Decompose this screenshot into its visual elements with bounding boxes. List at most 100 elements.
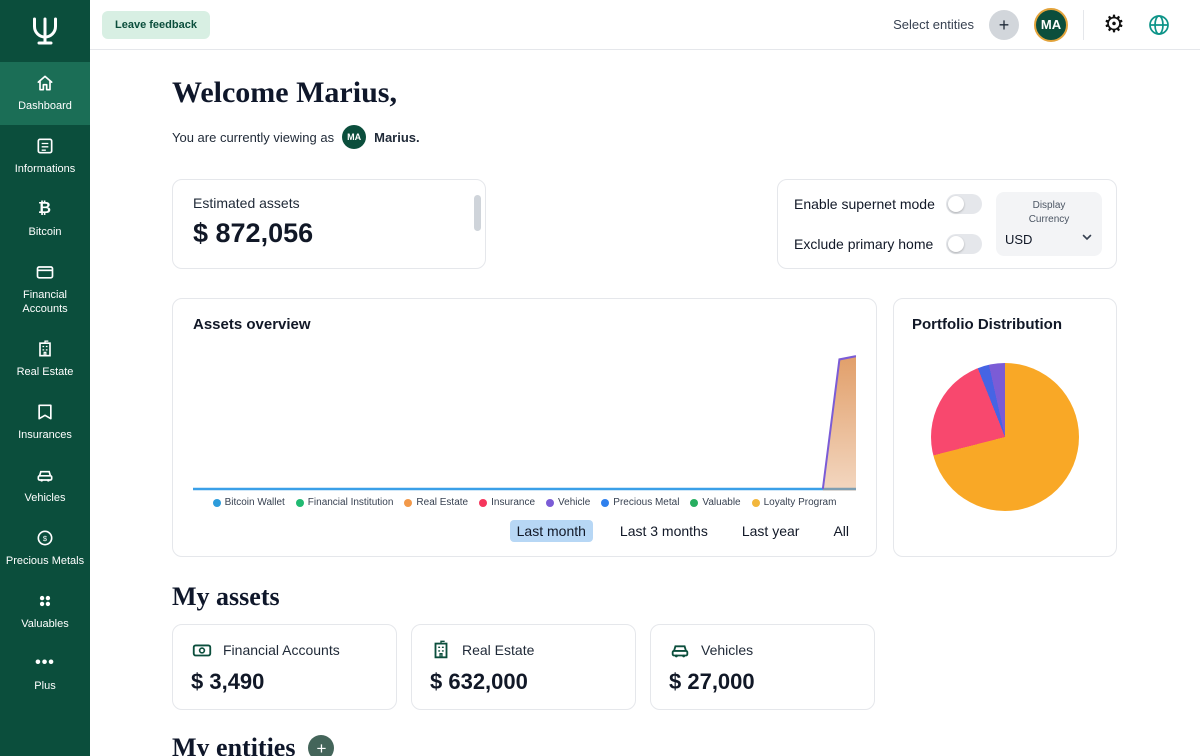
add-entity-button[interactable]: + bbox=[989, 10, 1019, 40]
coin-icon: $ bbox=[35, 528, 55, 548]
estimated-assets-value: $ 872,056 bbox=[193, 218, 465, 249]
viewing-as-text: You are currently viewing as bbox=[172, 130, 334, 145]
sidebar-item-vehicles[interactable]: Vehicles bbox=[0, 454, 90, 517]
topbar-right: Select entities + MA ⚙ bbox=[893, 8, 1174, 42]
legend-label: Bitcoin Wallet bbox=[225, 497, 285, 508]
display-currency-select[interactable]: Display Currency USD bbox=[996, 192, 1102, 256]
chart-legend: Bitcoin Wallet Financial Institution Real … bbox=[193, 497, 856, 508]
viewing-avatar: MA bbox=[342, 125, 366, 149]
sidebar-item-label: Financial Accounts bbox=[3, 288, 87, 318]
legend-dot bbox=[213, 499, 221, 507]
home-icon bbox=[35, 73, 55, 93]
range-all[interactable]: All bbox=[826, 520, 856, 542]
trident-logo-icon bbox=[27, 13, 63, 49]
range-last-3-months[interactable]: Last 3 months bbox=[613, 520, 715, 542]
asset-card-value: $ 632,000 bbox=[430, 669, 617, 695]
insurance-icon bbox=[35, 402, 55, 422]
legend-item-real-estate[interactable]: Real Estate bbox=[404, 497, 468, 508]
sidebar-item-label: Valuables bbox=[21, 617, 69, 632]
legend-item-bitcoin-wallet[interactable]: Bitcoin Wallet bbox=[213, 497, 285, 508]
my-assets-heading: My assets bbox=[172, 584, 1117, 610]
ellipsis-icon: ••• bbox=[35, 653, 55, 673]
legend-item-valuable[interactable]: Valuable bbox=[690, 497, 740, 508]
chevron-down-icon bbox=[1081, 230, 1093, 248]
legend-label: Vehicle bbox=[558, 497, 590, 508]
sidebar-item-label: Precious Metals bbox=[6, 554, 84, 569]
legend-item-loyalty-program[interactable]: Loyalty Program bbox=[752, 497, 837, 508]
legend-label: Financial Institution bbox=[308, 497, 394, 508]
portfolio-distribution-card: Portfolio Distribution bbox=[893, 298, 1117, 557]
summary-row: Estimated assets $ 872,056 Enable supern… bbox=[172, 179, 1117, 269]
exclude-home-label: Exclude primary home bbox=[794, 236, 933, 252]
assets-overview-chart-area bbox=[193, 337, 856, 497]
building-icon bbox=[430, 639, 452, 661]
legend-label: Precious Metal bbox=[613, 497, 679, 508]
asset-card-value: $ 3,490 bbox=[191, 669, 378, 695]
info-card-icon bbox=[35, 136, 55, 156]
user-avatar[interactable]: MA bbox=[1034, 8, 1068, 42]
exclude-primary-home-toggle[interactable] bbox=[946, 234, 982, 254]
gear-icon: ⚙ bbox=[1103, 13, 1125, 37]
my-entities-heading: My entities bbox=[172, 735, 295, 756]
bitcoin-icon: ₿ bbox=[35, 199, 55, 219]
building-icon bbox=[35, 339, 55, 359]
legend-item-precious-metal[interactable]: Precious Metal bbox=[601, 497, 679, 508]
legend-label: Loyalty Program bbox=[764, 497, 837, 508]
sidebar-item-label: Real Estate bbox=[17, 365, 74, 380]
sidebar-item-valuables[interactable]: Valuables bbox=[0, 580, 90, 643]
money-icon bbox=[191, 639, 213, 661]
sidebar-item-real-estate[interactable]: Real Estate bbox=[0, 328, 90, 391]
charts-row: Assets overview Bitcoin WalletFinancial … bbox=[172, 298, 1117, 557]
time-range-selector: Last month Last 3 months Last year All bbox=[193, 520, 856, 542]
welcome-heading: Welcome Marius, bbox=[172, 78, 1117, 108]
legend-dot bbox=[752, 499, 760, 507]
asset-card-value: $ 27,000 bbox=[669, 669, 856, 695]
select-entities-dropdown[interactable]: Select entities bbox=[893, 17, 974, 32]
legend-dot bbox=[601, 499, 609, 507]
car-icon bbox=[35, 465, 55, 485]
leave-feedback-button[interactable]: Leave feedback bbox=[102, 11, 210, 39]
sidebar-item-bitcoin[interactable]: ₿Bitcoin bbox=[0, 188, 90, 251]
portfolio-distribution-title: Portfolio Distribution bbox=[912, 316, 1098, 333]
sidebar-item-label: Vehicles bbox=[25, 491, 66, 506]
sidebar-item-label: Informations bbox=[15, 162, 76, 177]
credit-card-icon bbox=[35, 262, 55, 282]
currency-value: USD bbox=[1005, 232, 1032, 247]
legend-dot bbox=[404, 499, 412, 507]
sidebar-item-financial-accounts[interactable]: Financial Accounts bbox=[0, 251, 90, 329]
my-entities-header: My entities + bbox=[172, 735, 1117, 756]
legend-item-vehicle[interactable]: Vehicle bbox=[546, 497, 590, 508]
display-settings-card: Enable supernet mode Exclude primary hom… bbox=[777, 179, 1117, 269]
legend-item-financial-institution[interactable]: Financial Institution bbox=[296, 497, 394, 508]
asset-card-financial-accounts[interactable]: Financial Accounts $ 3,490 bbox=[172, 624, 397, 710]
scrollbar-thumb[interactable] bbox=[474, 195, 481, 231]
estimated-assets-card: Estimated assets $ 872,056 bbox=[172, 179, 486, 269]
viewing-user-name: Marius. bbox=[374, 130, 420, 145]
supernet-toggle[interactable] bbox=[946, 194, 982, 214]
legend-label: Valuable bbox=[702, 497, 740, 508]
app-logo[interactable] bbox=[0, 0, 90, 62]
sidebar-item-insurances[interactable]: Insurances bbox=[0, 391, 90, 454]
add-entity-plus-button[interactable]: + bbox=[308, 735, 334, 756]
legend-item-insurance[interactable]: Insurance bbox=[479, 497, 535, 508]
toggle-knob bbox=[948, 236, 964, 252]
legend-dot bbox=[296, 499, 304, 507]
sidebar-item-precious-metals[interactable]: $ Precious Metals bbox=[0, 517, 90, 580]
sidebar-item-dashboard[interactable]: Dashboard bbox=[0, 62, 90, 125]
settings-button[interactable]: ⚙ bbox=[1099, 10, 1129, 40]
asset-card-real-estate[interactable]: Real Estate$ 632,000 bbox=[411, 624, 636, 710]
viewing-as-row: You are currently viewing as MA Marius. bbox=[172, 125, 1117, 149]
topbar-divider bbox=[1083, 10, 1084, 40]
language-button[interactable] bbox=[1144, 10, 1174, 40]
asset-card-header: Financial Accounts bbox=[191, 639, 378, 661]
display-currency-label: Display Currency bbox=[1018, 199, 1080, 226]
toggle-knob bbox=[948, 196, 964, 212]
toggles-column: Enable supernet mode Exclude primary hom… bbox=[794, 192, 996, 256]
sidebar-item-plus[interactable]: •••Plus bbox=[0, 642, 90, 705]
range-last-year[interactable]: Last year bbox=[735, 520, 807, 542]
sidebar-item-informations[interactable]: Informations bbox=[0, 125, 90, 188]
legend-label: Real Estate bbox=[416, 497, 468, 508]
legend-dot bbox=[546, 499, 554, 507]
range-last-month[interactable]: Last month bbox=[510, 520, 593, 542]
asset-card-vehicles[interactable]: Vehicles$ 27,000 bbox=[650, 624, 875, 710]
